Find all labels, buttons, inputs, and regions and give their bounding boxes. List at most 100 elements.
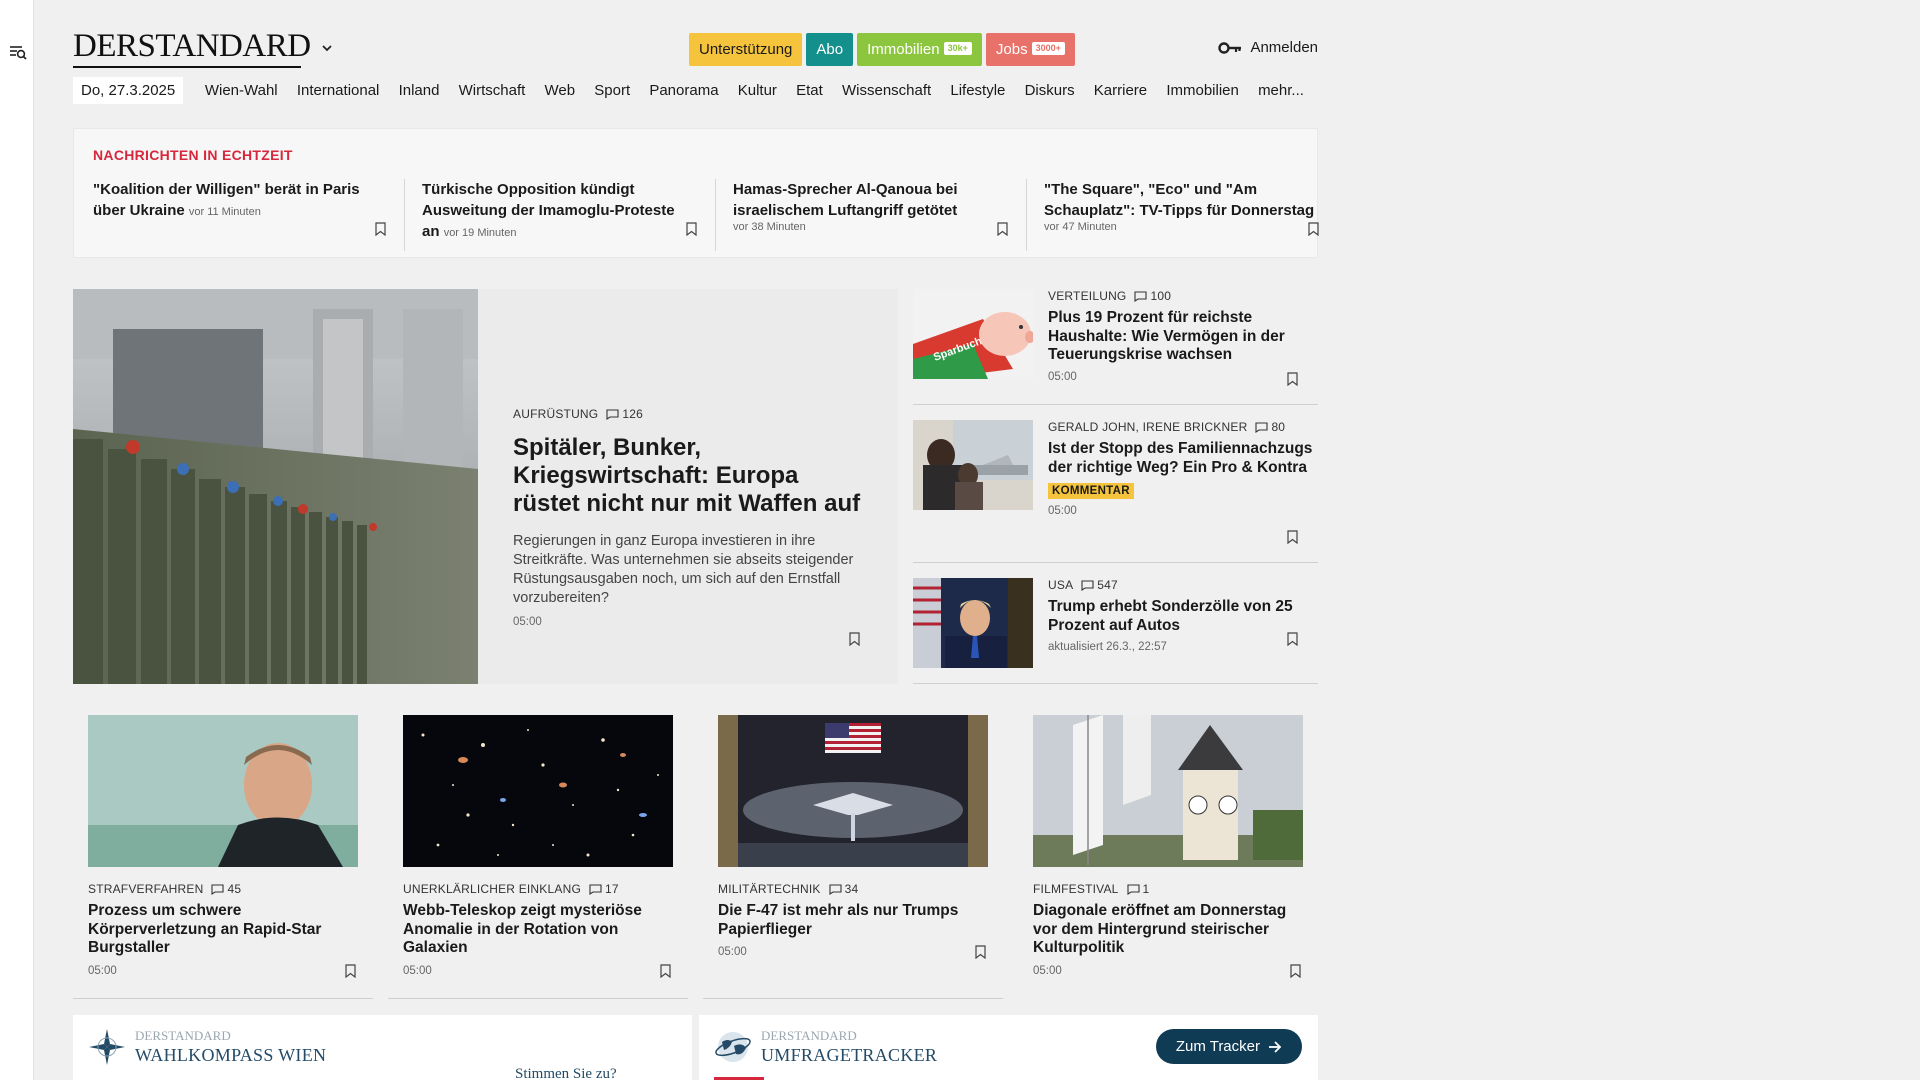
live-item[interactable]: "Koalition der Willigen" berät in Paris … bbox=[93, 179, 404, 251]
side-image-family-airport[interactable] bbox=[913, 420, 1033, 510]
bookmark-icon[interactable] bbox=[1308, 222, 1319, 236]
side-story[interactable]: USA 547 Trump erhebt Sonderzölle von 25 … bbox=[913, 563, 1318, 684]
live-item-title: Hamas-Sprecher Al-Qanoua bei israelische… bbox=[733, 181, 958, 219]
card-image-galaxies[interactable] bbox=[403, 715, 673, 867]
login-label: Anmelden bbox=[1250, 39, 1318, 56]
card-title[interactable]: Diagonale eröffnet am Donnerstag vor dem… bbox=[1033, 902, 1303, 958]
side-stories: Sparbuch VERTEILUNG 100 Plus 19 Prozent … bbox=[913, 289, 1318, 684]
support-button[interactable]: Unterstützung bbox=[689, 33, 803, 66]
nav-item-web[interactable]: Web bbox=[535, 82, 585, 99]
side-kicker-label: GERALD JOHN, IRENE BRICKNER bbox=[1048, 420, 1248, 434]
nav-item-wien-wahl[interactable]: Wien-Wahl bbox=[195, 82, 287, 99]
story-card[interactable]: UNERKLÄRLICHER EINKLANG 17 Webb-Teleskop… bbox=[388, 715, 688, 999]
live-ticker-heading: NACHRICHTEN IN ECHTZEIT bbox=[93, 147, 293, 163]
nav-item-inland[interactable]: Inland bbox=[389, 82, 449, 99]
story-card[interactable]: STRAFVERFAHREN 45 Prozess um schwere Kör… bbox=[73, 715, 373, 999]
abo-button[interactable]: Abo bbox=[806, 33, 854, 66]
bookmark-icon[interactable] bbox=[345, 964, 356, 978]
nav-item-international[interactable]: International bbox=[287, 82, 389, 99]
card-image-burgstaller[interactable] bbox=[88, 715, 358, 867]
comment-count[interactable]: 547 bbox=[1081, 578, 1118, 592]
side-title[interactable]: Ist der Stopp des Familiennachzugs der r… bbox=[1048, 440, 1318, 477]
promo-question[interactable]: Stimmen Sie zu? bbox=[515, 1066, 617, 1080]
bookmark-icon[interactable] bbox=[975, 945, 986, 959]
nav-item-more[interactable]: mehr... bbox=[1248, 82, 1313, 99]
comment-count[interactable]: 45 bbox=[211, 882, 241, 896]
comment-count-value: 100 bbox=[1150, 289, 1172, 303]
comment-icon bbox=[606, 408, 619, 420]
chevron-down-icon[interactable] bbox=[319, 40, 335, 56]
live-item[interactable]: Türkische Opposition kündigt Ausweitung … bbox=[404, 179, 715, 251]
side-title[interactable]: Trump erhebt Sonderzölle von 25 Prozent … bbox=[1048, 598, 1318, 635]
jobs-button[interactable]: Jobs 3000+ bbox=[985, 33, 1075, 66]
immobilien-button[interactable]: Immobilien 30k+ bbox=[857, 33, 982, 66]
arrow-right-icon bbox=[1269, 1040, 1282, 1053]
key-icon bbox=[1218, 41, 1242, 54]
lead-kicker: AUFRÜSTUNG 126 bbox=[513, 407, 862, 421]
section-nav: Do, 27.3.2025 Wien-Wahl International In… bbox=[73, 77, 1314, 104]
comment-count[interactable]: 80 bbox=[1255, 420, 1285, 434]
side-image-piggy-bank[interactable]: Sparbuch bbox=[913, 289, 1033, 379]
lead-title[interactable]: Spitäler, Bunker, Kriegswirtschaft: Euro… bbox=[513, 434, 862, 518]
card-image-graz-clocktower[interactable] bbox=[1033, 715, 1303, 867]
side-story[interactable]: Sparbuch VERTEILUNG 100 Plus 19 Prozent … bbox=[913, 289, 1318, 405]
comment-count-value: 547 bbox=[1097, 578, 1118, 592]
card-title[interactable]: Webb-Teleskop zeigt mysteriöse Anomalie … bbox=[403, 902, 673, 958]
lead-story[interactable]: AUFRÜSTUNG 126 Spitäler, Bunker, Kriegsw… bbox=[73, 289, 898, 684]
side-kicker: GERALD JOHN, IRENE BRICKNER 80 bbox=[1048, 420, 1318, 434]
zum-tracker-button[interactable]: Zum Tracker bbox=[1155, 1029, 1302, 1064]
live-item-time: vor 38 Minuten bbox=[733, 221, 806, 233]
login-button[interactable]: Anmelden bbox=[1218, 39, 1318, 56]
comment-count[interactable]: 1 bbox=[1126, 882, 1150, 896]
zum-tracker-label: Zum Tracker bbox=[1175, 1038, 1260, 1055]
nav-item-panorama[interactable]: Panorama bbox=[640, 82, 728, 99]
bookmark-icon[interactable] bbox=[849, 632, 860, 646]
bookmark-icon[interactable] bbox=[1287, 372, 1298, 386]
wahlkompass-promo[interactable]: DERSTANDARD WAHLKOMPASS WIEN Stimmen Sie… bbox=[73, 1015, 692, 1080]
nav-item-lifestyle[interactable]: Lifestyle bbox=[941, 82, 1015, 99]
comment-count-value: 126 bbox=[622, 407, 643, 421]
bookmark-icon[interactable] bbox=[1287, 632, 1298, 646]
umfragetracker-promo[interactable]: DERSTANDARD UMFRAGETRACKER Zum Tracker bbox=[699, 1015, 1318, 1080]
promo-title: WAHLKOMPASS WIEN bbox=[135, 1045, 327, 1065]
nav-item-sport[interactable]: Sport bbox=[585, 82, 640, 99]
logo[interactable]: DERSTANDARD bbox=[73, 28, 311, 68]
globe-icon bbox=[715, 1032, 751, 1062]
menu-search-icon[interactable] bbox=[8, 42, 28, 62]
card-title[interactable]: Die F-47 ist mehr als nur Trumps Papierf… bbox=[718, 902, 988, 939]
comment-count[interactable]: 126 bbox=[606, 407, 643, 421]
side-image-trump[interactable] bbox=[913, 578, 1033, 668]
nav-item-wissenschaft[interactable]: Wissenschaft bbox=[832, 82, 940, 99]
bookmark-icon[interactable] bbox=[1290, 964, 1301, 978]
bookmark-icon[interactable] bbox=[686, 222, 697, 236]
bookmark-icon[interactable] bbox=[375, 222, 386, 236]
nav-item-karriere[interactable]: Karriere bbox=[1084, 82, 1157, 99]
bookmark-icon[interactable] bbox=[997, 222, 1008, 236]
nav-item-wirtschaft[interactable]: Wirtschaft bbox=[449, 82, 535, 99]
card-time: 05:00 bbox=[88, 964, 117, 977]
side-kicker-label: USA bbox=[1048, 578, 1074, 592]
bookmark-icon[interactable] bbox=[660, 964, 671, 978]
support-label: Unterstützung bbox=[699, 41, 793, 58]
nav-item-diskurs[interactable]: Diskurs bbox=[1015, 82, 1084, 99]
nav-item-kultur[interactable]: Kultur bbox=[728, 82, 786, 99]
side-story[interactable]: GERALD JOHN, IRENE BRICKNER 80 Ist der S… bbox=[913, 405, 1318, 563]
story-card[interactable]: MILITÄRTECHNIK 34 Die F-47 ist mehr als … bbox=[703, 715, 1003, 999]
card-title[interactable]: Prozess um schwere Körperverletzung an R… bbox=[88, 902, 358, 958]
side-title[interactable]: Plus 19 Prozent für reichste Haushalte: … bbox=[1048, 309, 1318, 365]
card-kicker: UNERKLÄRLICHER EINKLANG 17 bbox=[403, 882, 673, 896]
nav-item-etat[interactable]: Etat bbox=[787, 82, 833, 99]
nav-item-immobilien[interactable]: Immobilien bbox=[1157, 82, 1249, 99]
lead-image-soldiers[interactable] bbox=[73, 289, 478, 684]
card-image-f47-jet[interactable] bbox=[718, 715, 988, 867]
comment-count-value: 45 bbox=[227, 882, 242, 896]
live-item[interactable]: Hamas-Sprecher Al-Qanoua bei israelische… bbox=[715, 179, 1026, 251]
bookmark-icon[interactable] bbox=[1287, 530, 1298, 544]
comment-count[interactable]: 17 bbox=[589, 882, 619, 896]
comment-count[interactable]: 34 bbox=[829, 882, 859, 896]
card-time: 05:00 bbox=[718, 946, 747, 958]
comment-icon bbox=[1255, 421, 1268, 433]
live-item[interactable]: "The Square", "Eco" und "Am Schauplatz":… bbox=[1026, 179, 1337, 251]
story-card[interactable]: FILMFESTIVAL 1 Diagonale eröffnet am Don… bbox=[1018, 715, 1318, 999]
comment-count[interactable]: 100 bbox=[1134, 289, 1171, 303]
